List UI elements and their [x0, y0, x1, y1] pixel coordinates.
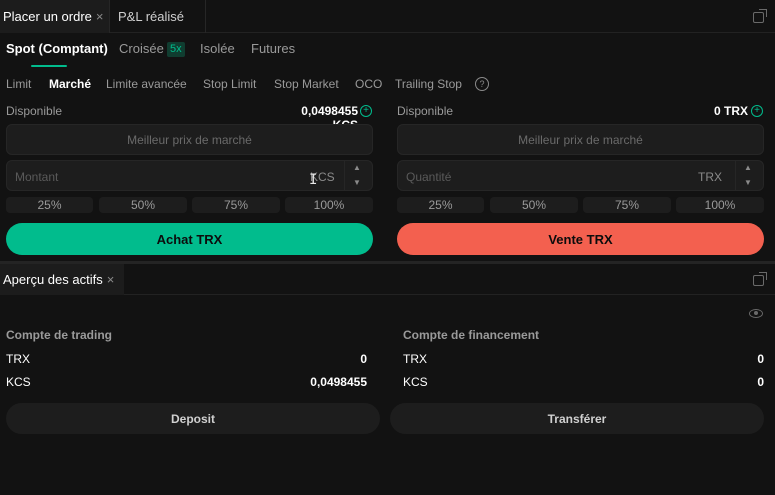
funding-balance-trx: 0 — [757, 352, 764, 366]
buy-amount-input[interactable]: Montant KCS ▲ ▼ — [6, 160, 373, 191]
tab-assets-overview-label: Aperçu des actifs — [3, 272, 103, 287]
order-type-trailing-stop[interactable]: Trailing Stop — [395, 77, 462, 91]
increment-icon[interactable]: ▲ — [345, 160, 369, 175]
funding-account-title: Compte de financement — [403, 328, 540, 342]
close-icon[interactable]: × — [107, 272, 115, 287]
buy-price-field[interactable]: Meilleur prix de marché — [6, 124, 373, 155]
popout-icon[interactable] — [753, 272, 767, 286]
buy-pct-25[interactable]: 25% — [6, 197, 93, 213]
trading-balance-trx: 0 — [360, 352, 367, 366]
add-funds-icon[interactable]: + — [360, 105, 372, 117]
tab-assets-overview[interactable]: Aperçu des actifs × — [0, 264, 124, 295]
trading-asset-trx: TRX — [6, 352, 30, 366]
popout-icon[interactable] — [753, 9, 767, 23]
buy-pct-50[interactable]: 50% — [99, 197, 187, 213]
sell-pct-25[interactable]: 25% — [397, 197, 484, 213]
tab-spot[interactable]: Spot (Comptant) — [6, 40, 108, 58]
funding-asset-kcs: KCS — [403, 375, 428, 389]
trading-account-title: Compte de trading — [6, 328, 113, 342]
buy-amount-stepper[interactable]: ▲ ▼ — [344, 160, 368, 191]
trading-balance-kcs: 0,0498455 — [310, 375, 367, 389]
funding-balance-kcs: 0 — [757, 375, 764, 389]
help-icon[interactable]: ? — [475, 77, 489, 91]
sell-available-label: Disponible — [397, 104, 454, 118]
tab-realized-pnl[interactable]: P&L réalisé — [109, 0, 205, 33]
tab-futures[interactable]: Futures — [251, 40, 295, 58]
add-funds-icon[interactable]: + — [751, 105, 763, 117]
active-tab-underline — [31, 65, 67, 67]
eye-icon[interactable] — [749, 309, 763, 318]
tab-isolated[interactable]: Isolée — [200, 40, 235, 58]
increment-icon[interactable]: ▲ — [736, 160, 760, 175]
sell-pct-50[interactable]: 50% — [490, 197, 578, 213]
order-type-limit[interactable]: Limit — [6, 77, 31, 91]
deposit-button[interactable]: Deposit — [6, 403, 380, 434]
decrement-icon[interactable]: ▼ — [736, 175, 760, 190]
buy-pct-75[interactable]: 75% — [192, 197, 280, 213]
order-type-oco[interactable]: OCO — [355, 77, 382, 91]
buy-pct-100[interactable]: 100% — [285, 197, 373, 213]
tab-place-order-label: Placer un ordre — [3, 9, 92, 24]
order-type-stop-limit[interactable]: Stop Limit — [203, 77, 256, 91]
buy-button[interactable]: Achat TRX — [6, 223, 373, 255]
sell-available-value: 0 TRX — [713, 104, 748, 118]
sell-quantity-stepper[interactable]: ▲ ▼ — [735, 160, 759, 191]
tab-cross[interactable]: Croisée — [119, 40, 164, 58]
sell-price-field[interactable]: Meilleur prix de marché — [397, 124, 764, 155]
trading-asset-kcs: KCS — [6, 375, 31, 389]
tab-place-order[interactable]: Placer un ordre × — [0, 0, 109, 33]
text-cursor-icon: I — [309, 172, 318, 188]
buy-available-label: Disponible — [6, 104, 63, 118]
sell-quantity-input[interactable]: Quantité TRX ▲ ▼ — [397, 160, 764, 191]
sell-quantity-unit: TRX — [698, 170, 722, 184]
sell-button[interactable]: Vente TRX — [397, 223, 764, 255]
close-icon[interactable]: × — [96, 9, 104, 24]
sell-quantity-placeholder: Quantité — [406, 170, 452, 184]
transfer-button[interactable]: Transférer — [390, 403, 764, 434]
order-type-stop-market[interactable]: Stop Market — [274, 77, 339, 91]
order-type-advanced-limit[interactable]: Limite avancée — [106, 77, 187, 91]
tab-divider — [205, 0, 206, 33]
buy-amount-placeholder: Montant — [15, 170, 59, 184]
funding-asset-trx: TRX — [403, 352, 427, 366]
tab-realized-pnl-label: P&L réalisé — [118, 9, 184, 24]
decrement-icon[interactable]: ▼ — [345, 175, 369, 190]
order-type-market[interactable]: Marché — [49, 77, 91, 91]
sell-pct-75[interactable]: 75% — [583, 197, 671, 213]
leverage-badge: 5x — [167, 42, 185, 57]
sell-pct-100[interactable]: 100% — [676, 197, 764, 213]
